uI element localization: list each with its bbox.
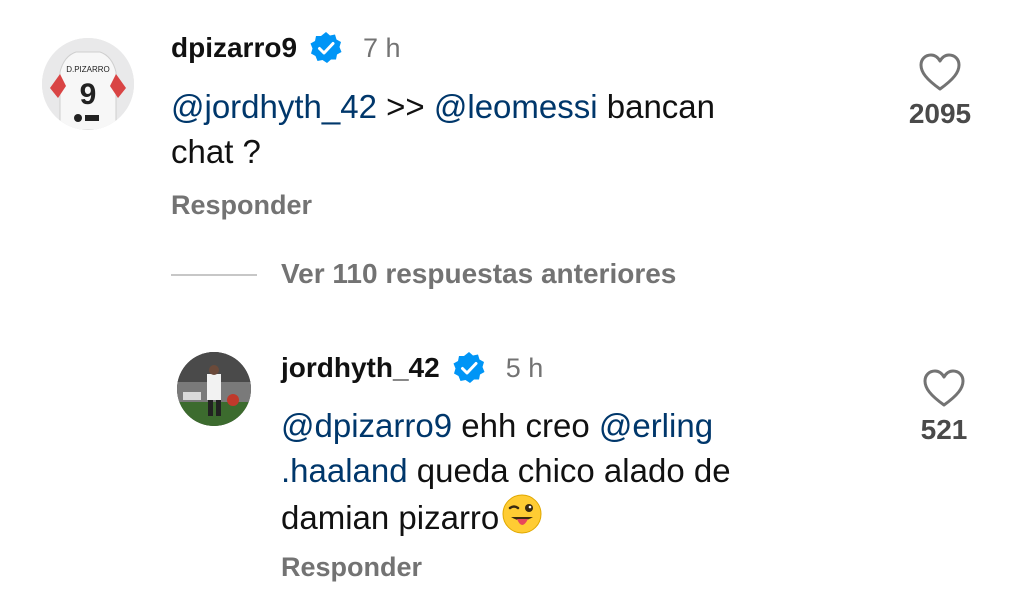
avatar-dpizarro9[interactable]: D.PIZARRO 9	[42, 38, 134, 130]
comment1-text: @jordhyth_42 >> @leomessi bancan chat ?	[171, 84, 715, 174]
comment-text-fragment: queda chico alado de	[407, 452, 731, 489]
comment-text-fragment: >>	[376, 88, 434, 125]
like-group: 2095	[895, 52, 985, 130]
verified-badge-icon	[309, 31, 343, 65]
mention-link[interactable]: @leomessi	[434, 88, 598, 125]
timestamp: 5 h	[505, 352, 544, 383]
mention-link[interactable]: @erling	[599, 407, 713, 444]
heart-icon[interactable]	[918, 52, 962, 92]
winking-face-with-tongue-icon	[501, 493, 543, 535]
player-photo-avatar-image	[177, 352, 251, 426]
username[interactable]: dpizarro9	[171, 32, 297, 64]
username[interactable]: jordhyth_42	[281, 352, 440, 384]
avatar-jordhyth_42[interactable]	[177, 352, 251, 426]
replies-divider	[171, 274, 257, 276]
view-previous-replies-button[interactable]: Ver 110 respuestas anteriores	[281, 258, 676, 290]
comment1-line2: chat ?	[171, 133, 261, 170]
like-count: 521	[920, 414, 968, 445]
like-count: 2095	[908, 98, 972, 129]
mention-link[interactable]: .haaland	[281, 452, 408, 489]
comment1-header: dpizarro9 7 h	[171, 28, 401, 68]
mention-link[interactable]: @jordhyth_42	[171, 88, 377, 125]
comment2-line3: damian pizarro	[281, 493, 731, 540]
comment2-header: jordhyth_42 5 h	[281, 348, 543, 388]
comment2-line1: @dpizarro9 ehh creo @erling	[281, 403, 731, 448]
avatar-jersey-name: D.PIZARRO	[66, 65, 110, 74]
comment-text-fragment: bancan	[597, 88, 716, 125]
like-group: 521	[899, 368, 989, 446]
comment2-line2: .haaland queda chico alado de	[281, 448, 731, 493]
comment-text-fragment: damian pizarro	[281, 499, 500, 536]
reply-button[interactable]: Responder	[281, 552, 422, 583]
reply-button[interactable]: Responder	[171, 190, 312, 221]
comment-text-fragment: ehh creo	[452, 407, 599, 444]
avatar-jersey-number: 9	[80, 78, 97, 111]
heart-icon[interactable]	[922, 368, 966, 408]
comment1-line1: @jordhyth_42 >> @leomessi bancan	[171, 84, 715, 129]
mention-link[interactable]: @dpizarro9	[281, 407, 452, 444]
timestamp: 7 h	[363, 32, 401, 63]
comment2-text: @dpizarro9 ehh creo @erling .haaland que…	[281, 403, 731, 540]
jersey-avatar-image: D.PIZARRO 9	[42, 38, 134, 130]
verified-badge-icon	[452, 351, 486, 385]
